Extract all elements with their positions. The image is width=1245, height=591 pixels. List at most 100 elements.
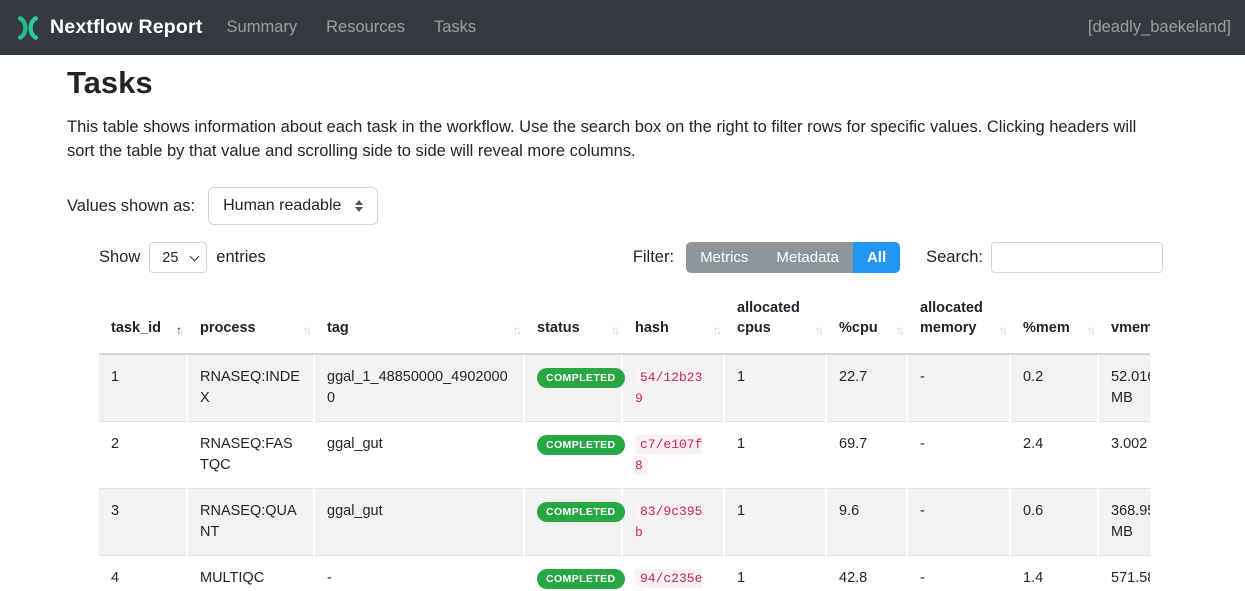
cell-vmem: 571.58 MB bbox=[1098, 556, 1150, 591]
cell-pct_mem: 0.2 bbox=[1010, 354, 1098, 422]
column-label: tag bbox=[327, 320, 349, 336]
cell-vmem: 3.002 bbox=[1098, 422, 1150, 489]
main-content: Tasks This table shows information about… bbox=[0, 55, 1245, 591]
sort-arrows-icon: ↑↓ bbox=[896, 320, 902, 340]
page-title: Tasks bbox=[67, 65, 1245, 101]
sort-arrows-icon: ↑↓ bbox=[1087, 320, 1093, 340]
cell-process: MULTIQC bbox=[187, 556, 314, 591]
cell-pct_cpu: 69.7 bbox=[826, 422, 907, 489]
table-controls: Show 25 entries Filter: MetricsMetadataA… bbox=[99, 242, 1163, 273]
values-shown-row: Values shown as: Human readable bbox=[67, 187, 1245, 225]
column-header-allocated_cpus[interactable]: allocated cpus ↑↓ bbox=[724, 288, 826, 354]
cell-status: COMPLETED bbox=[524, 556, 622, 591]
tasks-table: task_id↑↓process↑↓tag↑↓status↑↓hash↑↓all… bbox=[99, 288, 1150, 591]
values-shown-select[interactable]: Human readable bbox=[208, 187, 378, 225]
nav-link-tasks[interactable]: Tasks bbox=[434, 18, 476, 36]
cell-tag: ggal_1_48850000_49020000 bbox=[314, 354, 524, 422]
filter-search-controls: Filter: MetricsMetadataAll Search: bbox=[633, 242, 1163, 273]
nav-link-resources[interactable]: Resources bbox=[326, 18, 405, 36]
cell-hash: 94/c235e1 bbox=[622, 556, 724, 591]
column-label: %cpu bbox=[839, 320, 878, 336]
column-label: allocated cpus bbox=[737, 300, 800, 336]
cell-allocated_cpus: 1 bbox=[724, 556, 826, 591]
cell-pct_cpu: 42.8 bbox=[826, 556, 907, 591]
sort-arrows-icon: ↑↓ bbox=[999, 320, 1005, 340]
cell-task_id: 2 bbox=[99, 422, 187, 489]
values-shown-value: Human readable bbox=[223, 197, 341, 215]
cell-process: RNASEQ:QUANT bbox=[187, 489, 314, 556]
cell-task_id: 3 bbox=[99, 489, 187, 556]
cell-pct_mem: 0.6 bbox=[1010, 489, 1098, 556]
cell-allocated_cpus: 1 bbox=[724, 489, 826, 556]
cell-allocated_memory: - bbox=[907, 354, 1010, 422]
sort-arrows-icon: ↑↓ bbox=[303, 320, 309, 340]
cell-tag: - bbox=[314, 556, 524, 591]
table-scroll-container[interactable]: task_id↑↓process↑↓tag↑↓status↑↓hash↑↓all… bbox=[99, 288, 1150, 591]
status-badge: COMPLETED bbox=[537, 569, 625, 589]
cell-hash: c7/e107f8 bbox=[622, 422, 724, 489]
cell-allocated_memory: - bbox=[907, 422, 1010, 489]
column-label: status bbox=[537, 320, 580, 336]
status-badge: COMPLETED bbox=[537, 502, 625, 522]
cell-pct_mem: 2.4 bbox=[1010, 422, 1098, 489]
column-header-tag[interactable]: tag ↑↓ bbox=[314, 288, 524, 354]
app-title: Nextflow Report bbox=[50, 16, 203, 39]
column-header-status[interactable]: status ↑↓ bbox=[524, 288, 622, 354]
sort-arrows-icon: ↑↓ bbox=[713, 320, 719, 340]
cell-status: COMPLETED bbox=[524, 422, 622, 489]
entries-label: entries bbox=[216, 248, 266, 267]
sort-arrows-icon: ↑↓ bbox=[815, 320, 821, 340]
column-header-process[interactable]: process ↑↓ bbox=[187, 288, 314, 354]
table-row: 1RNASEQ:INDEXggal_1_48850000_49020000COM… bbox=[99, 354, 1150, 422]
cell-hash: 54/12b239 bbox=[622, 354, 724, 422]
cell-task_id: 1 bbox=[99, 354, 187, 422]
column-label: %mem bbox=[1023, 320, 1070, 336]
run-name-label: [deadly_baekeland] bbox=[1088, 18, 1231, 37]
navbar: Nextflow Report Summary Resources Tasks [d… bbox=[0, 0, 1245, 55]
task-hash-code: 54/12b239 bbox=[635, 368, 702, 408]
cell-hash: 83/9c395b bbox=[622, 489, 724, 556]
table-header-row: task_id↑↓process↑↓tag↑↓status↑↓hash↑↓all… bbox=[99, 288, 1150, 354]
cell-tag: ggal_gut bbox=[314, 489, 524, 556]
column-header-pct_cpu[interactable]: %cpu ↑↓ bbox=[826, 288, 907, 354]
sort-arrows-icon: ↑↓ bbox=[513, 320, 519, 340]
filter-button-metadata[interactable]: Metadata bbox=[762, 242, 853, 273]
filter-button-all[interactable]: All bbox=[853, 242, 900, 273]
column-label: vmem bbox=[1111, 320, 1150, 336]
column-header-allocated_memory[interactable]: allocated memory ↑↓ bbox=[907, 288, 1010, 354]
cell-task_id: 4 bbox=[99, 556, 187, 591]
select-updown-icon bbox=[355, 200, 363, 212]
cell-tag: ggal_gut bbox=[314, 422, 524, 489]
page-length-select[interactable]: 25 bbox=[149, 242, 207, 273]
task-hash-code: 94/c235e1 bbox=[635, 569, 702, 591]
column-label: process bbox=[200, 320, 256, 336]
cell-allocated_memory: - bbox=[907, 556, 1010, 591]
column-label: allocated memory bbox=[920, 300, 983, 336]
values-shown-label: Values shown as: bbox=[67, 197, 195, 216]
task-hash-code: 83/9c395b bbox=[635, 502, 702, 542]
page-length-control: Show 25 entries bbox=[99, 242, 266, 273]
cell-vmem: 368.95 MB bbox=[1098, 489, 1150, 556]
column-header-pct_mem[interactable]: %mem ↑↓ bbox=[1010, 288, 1098, 354]
column-label: hash bbox=[635, 320, 669, 336]
column-label: task_id bbox=[111, 320, 161, 336]
table-row: 2RNASEQ:FASTQCggal_gutCOMPLETEDc7/e107f8… bbox=[99, 422, 1150, 489]
column-header-hash[interactable]: hash ↑↓ bbox=[622, 288, 724, 354]
navbar-brand[interactable]: Nextflow Report bbox=[14, 14, 203, 42]
tasks-table-section: Show 25 entries Filter: MetricsMetadataA… bbox=[99, 242, 1163, 591]
cell-pct_cpu: 9.6 bbox=[826, 489, 907, 556]
cell-vmem: 52.016 MB bbox=[1098, 354, 1150, 422]
cell-pct_cpu: 22.7 bbox=[826, 354, 907, 422]
nav-link-summary[interactable]: Summary bbox=[227, 18, 298, 36]
search-label: Search: bbox=[926, 248, 983, 267]
sort-arrows-icon: ↑↓ bbox=[611, 320, 617, 340]
table-row: 3RNASEQ:QUANTggal_gut COMPLETED 83/9c395b 1… bbox=[99, 489, 1150, 556]
filter-button-metrics[interactable]: Metrics bbox=[686, 242, 762, 273]
nav-links: Summary Resources Tasks bbox=[227, 18, 477, 37]
column-header-task_id[interactable]: task_id↑↓ bbox=[99, 288, 187, 354]
column-header-vmem[interactable]: vmem↑↓ bbox=[1098, 288, 1150, 354]
cell-allocated_cpus: 1 bbox=[724, 354, 826, 422]
search-input[interactable] bbox=[991, 242, 1163, 273]
cell-status: COMPLETED bbox=[524, 489, 622, 556]
chevron-down-icon bbox=[190, 251, 200, 261]
